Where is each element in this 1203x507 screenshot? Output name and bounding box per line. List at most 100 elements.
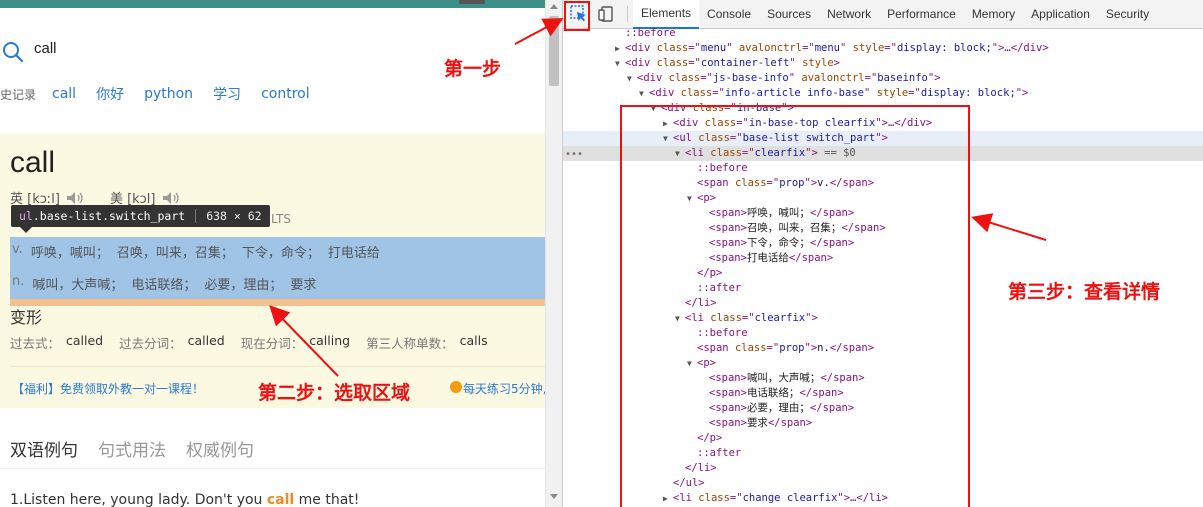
dom-node[interactable]: ▼ <div class="info-article info-base" sty…: [563, 86, 1203, 101]
history-item-nihao[interactable]: 你好: [96, 84, 124, 104]
tooltip-selector: ul.base-list.switch_part: [19, 209, 185, 223]
dom-tag: >: [833, 57, 840, 69]
history-item-xuexi[interactable]: 学习: [213, 84, 241, 104]
history-item-call[interactable]: call: [52, 86, 76, 102]
collapse-triangle-icon[interactable]: ▼: [627, 71, 637, 86]
dom-tag: <div: [625, 57, 651, 69]
tab-elements[interactable]: Elements: [633, 0, 700, 29]
form-label: 现在分词：: [240, 336, 304, 351]
page-scrollbar[interactable]: [545, 0, 562, 507]
meaning: 下令，命令；: [241, 246, 320, 261]
dom-collapsed: …</div>: [1004, 42, 1049, 54]
headword: call: [10, 146, 56, 179]
promo-link[interactable]: 【福利】免费领取外教一对一课程！: [12, 380, 204, 397]
definition-row: v. 呼唤，喊叫； 召唤，叫来，召集； 下令，命令； 打电话给: [12, 242, 380, 261]
collapse-triangle-icon[interactable]: ▼: [615, 56, 625, 71]
meaning: 必要，理由；: [204, 278, 283, 293]
dom-node[interactable]: ::before: [563, 26, 1203, 41]
forms-row: 过去式： called 过去分词： called 现在分词： calling 第三人称…: [10, 333, 498, 352]
expand-triangle-icon[interactable]: ▶: [615, 41, 625, 56]
dom-attr-name: style: [876, 87, 909, 99]
history-label: 史记录: [0, 87, 37, 102]
tooltip-classes: .base-list.switch_part: [32, 209, 186, 223]
top-banner: [0, 0, 545, 8]
dom-node[interactable]: ▶ <div class="menu" avalonctrl="menu" sty…: [563, 41, 1203, 56]
dom-attr-value: js-base-info: [712, 72, 789, 84]
inspect-tooltip: ul.base-list.switch_part 638 × 62: [11, 205, 270, 227]
example-suffix: me that!: [294, 492, 360, 507]
divider: [0, 468, 545, 469]
annotation-step2: 第二步：选取区域: [258, 382, 411, 404]
part-of-speech: v.: [12, 242, 23, 257]
tab-console[interactable]: Console: [699, 0, 759, 29]
tab-memory[interactable]: Memory: [964, 0, 1023, 29]
tab-network[interactable]: Network: [819, 0, 879, 29]
devtools-toolbar: Elements Console Sources Network Perform…: [563, 0, 1203, 29]
dom-attr-value: display: block;: [896, 42, 992, 54]
dom-attr-value: container-left: [700, 57, 790, 69]
form-label: 过去式：: [10, 336, 61, 351]
collapse-triangle-icon[interactable]: ▼: [639, 86, 649, 101]
dom-tag: <div: [649, 87, 675, 99]
dom-attr-name: class: [656, 57, 689, 69]
speaker-icon[interactable]: [162, 191, 180, 205]
dom-tag: >: [934, 72, 941, 84]
dom-attr-value: baseinfo: [877, 72, 928, 84]
dom-node[interactable]: ▼ <div class="container-left" style>: [563, 56, 1203, 71]
annotation-box-details: [620, 105, 970, 507]
dom-attr-name: style: [852, 42, 885, 54]
annotation-step3: 第三步：查看详情: [1008, 281, 1161, 303]
inspect-margin-overlay: [10, 299, 545, 306]
dom-attr-name: class: [668, 72, 701, 84]
dom-node[interactable]: ▼ <div class="js-base-info" avalonctrl="b…: [563, 71, 1203, 86]
history-item-control[interactable]: control: [261, 86, 310, 102]
dom-quote: ": [726, 42, 733, 54]
form-value[interactable]: called: [66, 333, 103, 352]
dom-pseudo: ::before: [625, 27, 676, 39]
annotation-box-inspect: [564, 1, 590, 31]
tab-authoritative-examples[interactable]: 权威例句: [186, 436, 254, 461]
dom-attr-name: class: [656, 42, 689, 54]
more-options-icon[interactable]: •••: [565, 149, 583, 160]
tooltip-divider: [195, 209, 197, 223]
speaker-icon[interactable]: [66, 191, 84, 205]
devtools-tabs: Elements Console Sources Network Perform…: [633, 0, 1157, 29]
example-keyword: call: [266, 492, 295, 507]
definition-row: n. 喊叫，大声喊； 电话联络； 必要，理由； 要求: [12, 274, 316, 293]
toolbar-separator: [627, 6, 628, 22]
tab-sources[interactable]: Sources: [759, 0, 819, 29]
form-value[interactable]: calling: [309, 333, 350, 352]
tab-application[interactable]: Application: [1023, 0, 1098, 29]
meaning: 喊叫，大声喊；: [32, 278, 124, 293]
form-value[interactable]: calls: [460, 333, 488, 352]
form-value[interactable]: called: [188, 333, 225, 352]
search-history: 史记录 call 你好 python 学习 control: [0, 82, 545, 106]
device-toolbar-icon[interactable]: [597, 4, 617, 24]
meaning: 召唤，叫来，召集；: [116, 246, 234, 261]
tab-sentence-patterns[interactable]: 句式用法: [98, 436, 166, 461]
tooltip-size: 638 × 62: [206, 209, 262, 223]
dom-tag: <div: [625, 42, 651, 54]
scroll-down-arrow-icon[interactable]: [550, 494, 558, 499]
dom-attr-value: menu: [700, 42, 727, 54]
part-of-speech: n.: [12, 274, 25, 289]
promo-badge-icon: [450, 381, 462, 393]
history-item-python[interactable]: python: [144, 86, 193, 102]
annotation-step1: 第一步: [444, 58, 502, 80]
search-icon[interactable]: [2, 41, 24, 63]
form-label: 过去分词：: [119, 336, 182, 351]
dom-attr-name: avalonctrl: [801, 72, 865, 84]
example-tabs: 双语例句 句式用法 权威例句: [10, 436, 254, 461]
promo-link-secondary[interactable]: 每天练习5分钟,: [463, 380, 545, 397]
tab-bilingual-examples[interactable]: 双语例句: [10, 436, 78, 461]
tab-security[interactable]: Security: [1098, 0, 1157, 29]
scroll-up-arrow-icon[interactable]: [550, 4, 558, 9]
example-sentence: 1.Listen here, young lady. Don't you cal…: [10, 492, 359, 507]
divider: [10, 366, 545, 367]
dom-quote: =": [712, 87, 725, 99]
search-input[interactable]: [34, 40, 434, 57]
meaning: 电话联络；: [131, 278, 197, 293]
meaning: 呼唤，喊叫；: [30, 246, 109, 261]
tab-performance[interactable]: Performance: [879, 0, 964, 29]
scroll-thumb[interactable]: [549, 16, 559, 86]
